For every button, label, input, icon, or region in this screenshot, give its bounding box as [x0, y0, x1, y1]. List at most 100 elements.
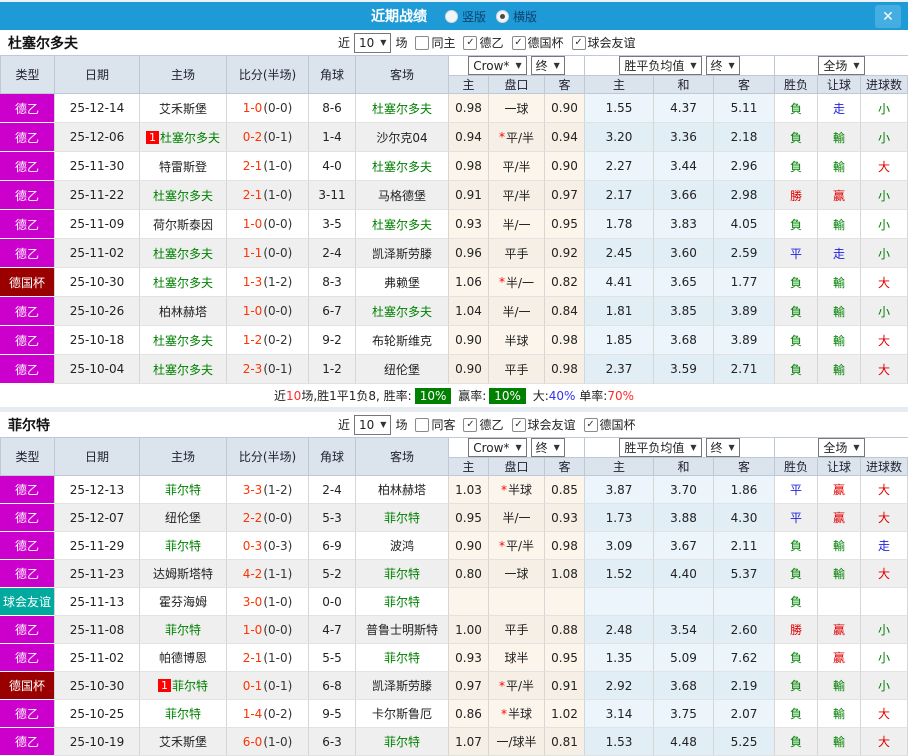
- chevron-down-icon: ▼: [380, 420, 387, 429]
- home-team-label: 特雷斯登: [158, 159, 207, 174]
- result-handicap: 輸: [818, 728, 861, 756]
- company-select[interactable]: Crow* ▼: [468, 56, 527, 75]
- home-team-label: 菲尔特: [164, 623, 201, 637]
- league-badge: 德乙: [0, 504, 55, 532]
- avg-away-odds: 1.77: [714, 268, 775, 297]
- league-badge: 德乙: [0, 210, 55, 239]
- score: 3-3 (1-2): [227, 476, 309, 504]
- halftime-score: (0-0): [263, 217, 293, 231]
- col-avg-home: 主: [585, 75, 654, 94]
- fulltime-score: 2-1: [242, 159, 263, 173]
- home-team: 帕德博恩: [140, 644, 227, 672]
- score: 1-0 (0-0): [227, 94, 309, 123]
- filter-checkbox-label[interactable]: 同客: [431, 416, 455, 433]
- away-team-label: 凯泽斯劳滕: [371, 246, 432, 261]
- home-team: 霍芬海姆: [140, 588, 227, 616]
- col-handicap-result: 让球: [818, 75, 861, 94]
- avg-home-odds: 2.37: [585, 355, 654, 384]
- home-team: 艾禾斯堡: [140, 94, 227, 123]
- handicap-line-label: 球半: [504, 651, 529, 665]
- col-handicap: 盘口: [489, 75, 545, 94]
- league-badge: 德乙: [0, 181, 55, 210]
- final-select[interactable]: 终 ▼: [530, 56, 565, 75]
- checkbox-unchecked-icon[interactable]: [415, 35, 430, 50]
- avg-select[interactable]: 胜平负均值 ▼: [619, 438, 702, 457]
- result-wdl: 勝: [775, 181, 818, 210]
- early-odds-star-icon: *: [498, 538, 505, 553]
- halftime-score: (0-1): [263, 678, 293, 693]
- score: 0-1 (0-1): [227, 672, 309, 700]
- away-team-label: 菲尔特: [383, 735, 420, 749]
- checkbox-checked-icon[interactable]: ✓: [463, 35, 478, 50]
- radio-horizontal-label[interactable]: 横版: [513, 8, 537, 25]
- avg-select[interactable]: 胜平负均值 ▼: [619, 56, 702, 75]
- home-odds: 0.97: [449, 672, 489, 700]
- checkbox-checked-icon[interactable]: ✓: [463, 417, 478, 432]
- radio-vertical-label[interactable]: 竖版: [462, 8, 486, 25]
- score: 2-2 (0-0): [227, 504, 309, 532]
- filter-checkbox-label[interactable]: 球会友谊: [588, 34, 636, 51]
- avg-home-odds: 4.41: [585, 268, 654, 297]
- avg-draw-odds: 3.44: [654, 152, 714, 181]
- filter-checkbox-label[interactable]: 德国杯: [600, 416, 636, 433]
- final-select-2[interactable]: 终 ▼: [705, 56, 740, 75]
- home-team-label: 菲尔特: [171, 679, 208, 693]
- match-row: 德乙 25-11-02 杜塞尔多夫 1-1 (0-0) 2-4 凯泽斯劳滕 0.96 平手 0.9…: [0, 239, 908, 268]
- matches-label: 场: [395, 418, 408, 432]
- avg-away-odds: 2.96: [714, 152, 775, 181]
- result-goals: 小: [861, 239, 908, 268]
- away-team: 杜塞尔多夫: [356, 297, 449, 326]
- filter-checkbox-label[interactable]: 德乙: [479, 416, 503, 433]
- score: 1-2 (0-2): [227, 326, 309, 355]
- close-icon[interactable]: ✕: [875, 5, 901, 28]
- match-count-select[interactable]: 10 ▼: [354, 414, 392, 435]
- home-team-label: 杜塞尔多夫: [152, 275, 213, 290]
- result-wdl: 平: [775, 504, 818, 532]
- final-select[interactable]: 终 ▼: [530, 438, 565, 457]
- result-goals: 大: [861, 560, 908, 588]
- col-home: 主场: [140, 437, 227, 476]
- avg-home-odds: 1.55: [585, 94, 654, 123]
- filter-checkbox-label[interactable]: 德乙: [479, 34, 503, 51]
- scope-select[interactable]: 全场 ▼: [818, 56, 865, 75]
- fulltime-score: 2-1: [242, 188, 263, 202]
- radio-vertical[interactable]: [444, 9, 458, 23]
- fulltime-score: 1-1: [242, 246, 263, 260]
- chevron-down-icon: ▼: [728, 61, 735, 70]
- checkbox-checked-icon[interactable]: ✓: [511, 417, 526, 432]
- away-odds: 1.08: [545, 560, 585, 588]
- avg-away-odds: 5.37: [714, 560, 775, 588]
- final-select-2[interactable]: 终 ▼: [705, 438, 740, 457]
- away-odds: 0.90: [545, 94, 585, 123]
- filter-checkbox-label[interactable]: 球会友谊: [528, 416, 576, 433]
- checkbox-unchecked-icon[interactable]: [415, 417, 430, 432]
- filter-checkbox-label[interactable]: 同主: [431, 34, 455, 51]
- result-wdl: 負: [775, 152, 818, 181]
- checkbox-checked-icon[interactable]: ✓: [583, 417, 598, 432]
- col-avg-draw: 和: [654, 457, 714, 476]
- avg-draw-odds: 3.59: [654, 355, 714, 384]
- fulltime-score: 1-0: [242, 304, 263, 318]
- halftime-score: (0-0): [263, 622, 293, 637]
- chevron-down-icon: ▼: [728, 443, 735, 452]
- result-goals: 走: [861, 532, 908, 560]
- radio-horizontal[interactable]: [496, 9, 509, 23]
- checkbox-checked-icon[interactable]: ✓: [571, 35, 586, 50]
- home-odds: 0.86: [449, 700, 489, 728]
- match-count-select[interactable]: 10 ▼: [354, 32, 392, 53]
- summary-segment: 赢率:: [454, 389, 487, 403]
- away-odds: 0.82: [545, 268, 585, 297]
- corner-score: 8-6: [309, 94, 356, 123]
- result-wdl: 負: [775, 644, 818, 672]
- result-goals: 小: [861, 210, 908, 239]
- chevron-down-icon: ▼: [690, 61, 697, 70]
- checkbox-checked-icon[interactable]: ✓: [511, 35, 526, 50]
- team-section-2: 菲尔特 近 10 ▼ 场 同客 ✓ 德乙 ✓ 球会友谊 ✓ 德国杯 类型 日期 主场 比分(…: [0, 412, 908, 756]
- company-select[interactable]: Crow* ▼: [468, 438, 527, 457]
- chevron-down-icon: ▼: [515, 61, 522, 70]
- handicap-line: * 平/半: [489, 123, 545, 152]
- filter-checkbox-label[interactable]: 德国杯: [528, 34, 564, 51]
- home-team: 艾禾斯堡: [140, 728, 227, 756]
- score: 1-4 (0-2): [227, 700, 309, 728]
- scope-select[interactable]: 全场 ▼: [818, 438, 865, 457]
